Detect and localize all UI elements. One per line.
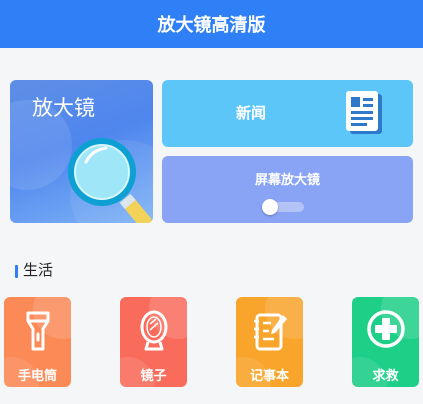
- screen-magnifier-toggle[interactable]: [262, 199, 304, 215]
- notepad-icon: [254, 313, 287, 351]
- tool-label: 镜子: [140, 369, 167, 384]
- tool-sos[interactable]: 求救: [352, 297, 419, 387]
- screen-magnifier-card: 屏幕放大镜: [162, 156, 413, 223]
- newspaper-icon: [346, 91, 382, 134]
- mirror-icon: [140, 310, 168, 351]
- screen-magnifier-label: 屏幕放大镜: [254, 173, 320, 188]
- flashlight-icon: [26, 311, 50, 351]
- magnifying-glass-icon: [68, 138, 152, 223]
- news-card[interactable]: 新闻: [162, 80, 413, 147]
- section-title: 生活: [23, 260, 54, 279]
- first-aid-cross-icon: [367, 310, 405, 348]
- magnifier-card[interactable]: 放大镜: [10, 80, 153, 223]
- magnifier-card-label: 放大镜: [32, 96, 95, 120]
- tool-notepad[interactable]: 记事本: [236, 297, 303, 387]
- tool-mirror[interactable]: 镜子: [120, 297, 187, 387]
- tool-label: 记事本: [249, 369, 289, 384]
- section-header-life: 生活: [15, 259, 53, 279]
- tool-flashlight[interactable]: 手电筒: [4, 297, 71, 387]
- page-title: 放大镜高清版: [157, 15, 266, 36]
- app-header: 放大镜高清版: [0, 0, 423, 48]
- section-accent-bar: [15, 265, 18, 278]
- news-card-label: 新闻: [236, 104, 267, 122]
- toggle-knob: [262, 199, 278, 215]
- tool-label: 手电筒: [17, 369, 57, 384]
- tool-label: 求救: [372, 369, 399, 384]
